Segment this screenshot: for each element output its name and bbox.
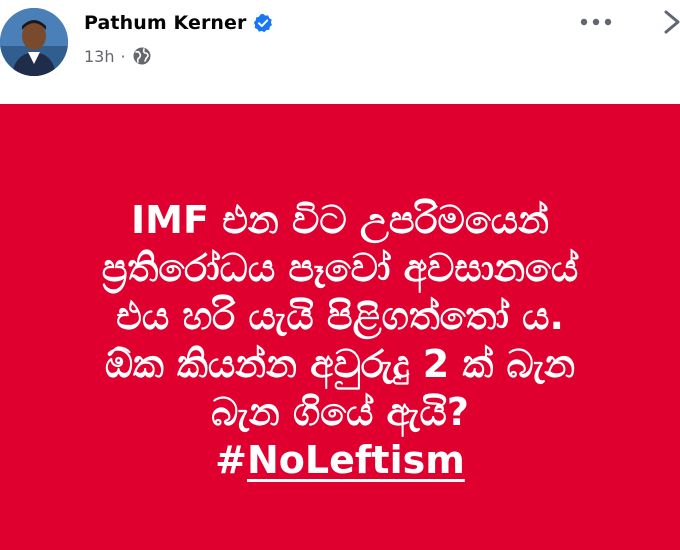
post-text-line: IMF එන විට උපරිමයෙන්: [131, 198, 549, 242]
more-options-button[interactable]: [578, 8, 614, 36]
author-row: Pathum Kerner: [84, 12, 273, 34]
avatar-image: [0, 8, 68, 76]
globe-icon[interactable]: [132, 46, 152, 66]
post-text-line: එය හරි යැයි පිළිගත්තෝ ය.: [116, 294, 564, 338]
post-text-line: ඕක කියන්න අවුරුදු 2 ක් බැන: [104, 342, 576, 386]
verified-badge-icon: [253, 13, 272, 33]
hashtag-line: #NoLeftism: [30, 436, 650, 484]
post-text: IMF එන විට උපරිමයෙන් ප්‍රතිරෝධය පෑවෝ අවස…: [30, 196, 650, 484]
author-name[interactable]: Pathum Kerner: [84, 12, 247, 34]
hashtag-symbol: #: [215, 438, 247, 482]
post-header: Pathum Kerner 13h ·: [0, 0, 680, 104]
post-time[interactable]: 13h: [84, 47, 115, 66]
close-icon: [664, 10, 680, 34]
more-dots-icon: [580, 18, 612, 26]
post-image-card[interactable]: IMF එන විට උපරිමයෙන් ප්‍රතිරෝධය පෑවෝ අවස…: [0, 104, 680, 550]
post-text-line: ප්‍රතිරෝධය පෑවෝ අවසානයේ: [101, 246, 579, 290]
close-button[interactable]: [658, 6, 680, 38]
hashtag-link[interactable]: NoLeftism: [247, 438, 465, 482]
post-meta: 13h ·: [84, 46, 152, 66]
post-text-line: බැන ගියේ ඇයි?: [211, 390, 469, 434]
avatar[interactable]: [0, 8, 68, 76]
meta-separator: ·: [120, 46, 126, 66]
